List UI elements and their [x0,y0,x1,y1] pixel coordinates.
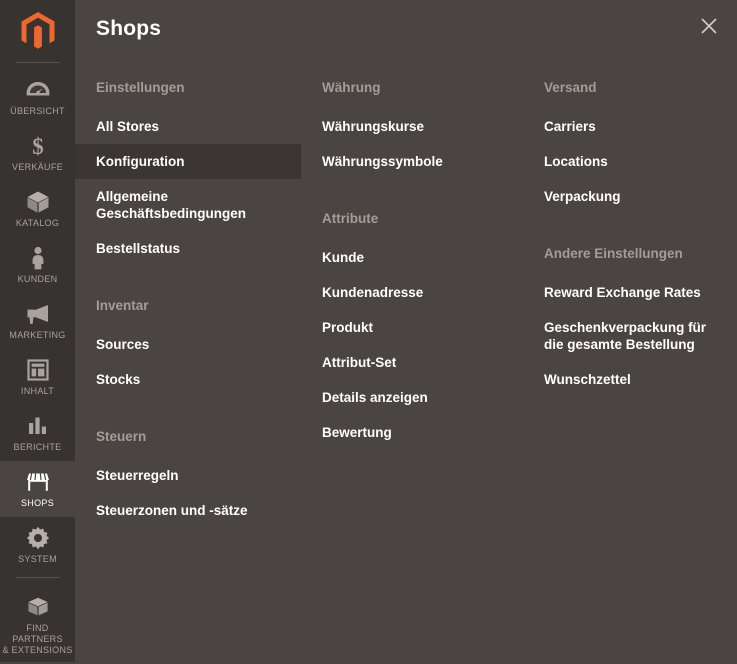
sidebar-item-shops[interactable]: SHOPS [0,461,75,517]
menu-item-agb[interactable]: Allgemeine Geschäftsbedingungen [75,179,268,231]
menu-group-versand: Versand Carriers Locations Verpackung [523,62,737,214]
sidebar-item-label: ÜBERSICHT [10,106,65,116]
menu-item-bewertung[interactable]: Bewertung [301,415,523,450]
menu-item-steuerzonen[interactable]: Steuerzonen und -sätze [75,493,301,528]
sidebar-divider-top [15,62,60,63]
sidebar-item-label: SHOPS [20,498,54,508]
close-button[interactable] [695,12,723,40]
box-icon [2,189,73,215]
shops-menu-panel: Shops Einstellungen All Stores Konfigura… [75,0,737,662]
menu-item-verpackung[interactable]: Verpackung [523,179,737,214]
menu-item-carriers[interactable]: Carriers [523,109,737,144]
sidebar-item-find-partners[interactable]: FIND PARTNERS & EXTENSIONS [0,586,75,664]
menu-group-title: Andere Einstellungen [544,246,683,261]
menu-item-bestellstatus[interactable]: Bestellstatus [75,231,301,266]
sidebar-item-system[interactable]: SYSTEM [0,517,75,573]
menu-item-locations[interactable]: Locations [523,144,737,179]
cube-icon [2,594,73,620]
menu-item-geschenkverpackung[interactable]: Geschenkverpackung für die gesamte Beste… [523,310,728,362]
sidebar-item-label-line2: & EXTENSIONS [2,645,73,655]
magento-logo[interactable] [0,0,75,62]
person-icon [2,245,73,271]
menu-group-title: Steuern [96,429,147,444]
menu-group-title: Versand [544,80,597,95]
menu-group-andere-einstellungen: Andere Einstellungen Reward Exchange Rat… [523,214,737,397]
menu-column-2: Währung Währungskurse Währungssymbole At… [301,62,523,528]
page-layout-icon [2,357,73,383]
sidebar-item-kunden[interactable]: KUNDEN [0,237,75,293]
shops-menu-overlay: ÜBERSICHT $ VERKÄUFE KATALOG KUNDEN MARK… [0,0,737,662]
gear-icon [2,525,73,551]
storefront-icon [2,469,73,495]
menu-group-title: Inventar [96,298,149,313]
sidebar-item-marketing[interactable]: MARKETING [0,293,75,349]
svg-text:$: $ [32,134,44,158]
menu-item-sources[interactable]: Sources [75,327,301,362]
sidebar-item-label: KUNDEN [17,274,58,284]
dollar-sign-icon: $ [2,133,73,159]
page-title: Shops [96,17,162,40]
menu-item-details-anzeigen[interactable]: Details anzeigen [301,380,523,415]
menu-item-steuerregeln[interactable]: Steuerregeln [75,458,301,493]
menu-column-3: Versand Carriers Locations Verpackung An… [523,62,737,528]
menu-item-kunde[interactable]: Kunde [301,240,523,275]
bar-chart-icon [2,413,73,439]
panel-header: Shops [75,0,737,62]
sidebar-item-label: SYSTEM [18,554,57,564]
menu-group-title: Attribute [322,211,379,226]
megaphone-icon [2,301,73,327]
menu-group-steuern: Steuern Steuerregeln Steuerzonen und -sä… [75,397,301,528]
sidebar-divider-bottom [15,577,60,578]
menu-columns: Einstellungen All Stores Konfiguration A… [75,62,737,528]
menu-item-konfiguration[interactable]: Konfiguration [75,144,301,179]
menu-item-kundenadresse[interactable]: Kundenadresse [301,275,523,310]
menu-item-reward-exchange-rates[interactable]: Reward Exchange Rates [523,275,737,310]
sidebar-item-label: MARKETING [9,330,66,340]
sidebar-item-label: BERICHTE [13,442,62,452]
menu-item-all-stores[interactable]: All Stores [75,109,301,144]
sidebar-item-katalog[interactable]: KATALOG [0,181,75,237]
menu-item-attribut-set[interactable]: Attribut-Set [301,345,523,380]
menu-item-stocks[interactable]: Stocks [75,362,301,397]
menu-group-waehrung: Währung Währungskurse Währungssymbole [301,62,523,179]
menu-item-waehrungskurse[interactable]: Währungskurse [301,109,523,144]
menu-item-wunschzettel[interactable]: Wunschzettel [523,362,737,397]
menu-column-1: Einstellungen All Stores Konfiguration A… [75,62,301,528]
magento-logo-icon [21,12,54,49]
menu-group-einstellungen: Einstellungen All Stores Konfiguration A… [75,62,301,266]
menu-group-title: Währung [322,80,381,95]
sidebar-item-inhalt[interactable]: INHALT [0,349,75,405]
menu-item-waehrungssymbole[interactable]: Währungssymbole [301,144,523,179]
sidebar-item-label-line1: FIND PARTNERS [12,623,63,644]
close-icon [701,18,717,34]
sidebar-item-label: VERKÄUFE [12,162,63,172]
main-sidebar: ÜBERSICHT $ VERKÄUFE KATALOG KUNDEN MARK… [0,0,75,662]
menu-group-inventar: Inventar Sources Stocks [75,266,301,397]
sidebar-item-label: INHALT [20,386,55,396]
sidebar-item-verkaeufe[interactable]: $ VERKÄUFE [0,125,75,181]
menu-item-produkt[interactable]: Produkt [301,310,523,345]
sidebar-item-label: KATALOG [15,218,60,228]
sidebar-item-uebersicht[interactable]: ÜBERSICHT [0,69,75,125]
menu-group-attribute: Attribute Kunde Kundenadresse Produkt At… [301,179,523,450]
menu-group-title: Einstellungen [96,80,185,95]
dashboard-gauge-icon [2,77,73,103]
sidebar-item-berichte[interactable]: BERICHTE [0,405,75,461]
